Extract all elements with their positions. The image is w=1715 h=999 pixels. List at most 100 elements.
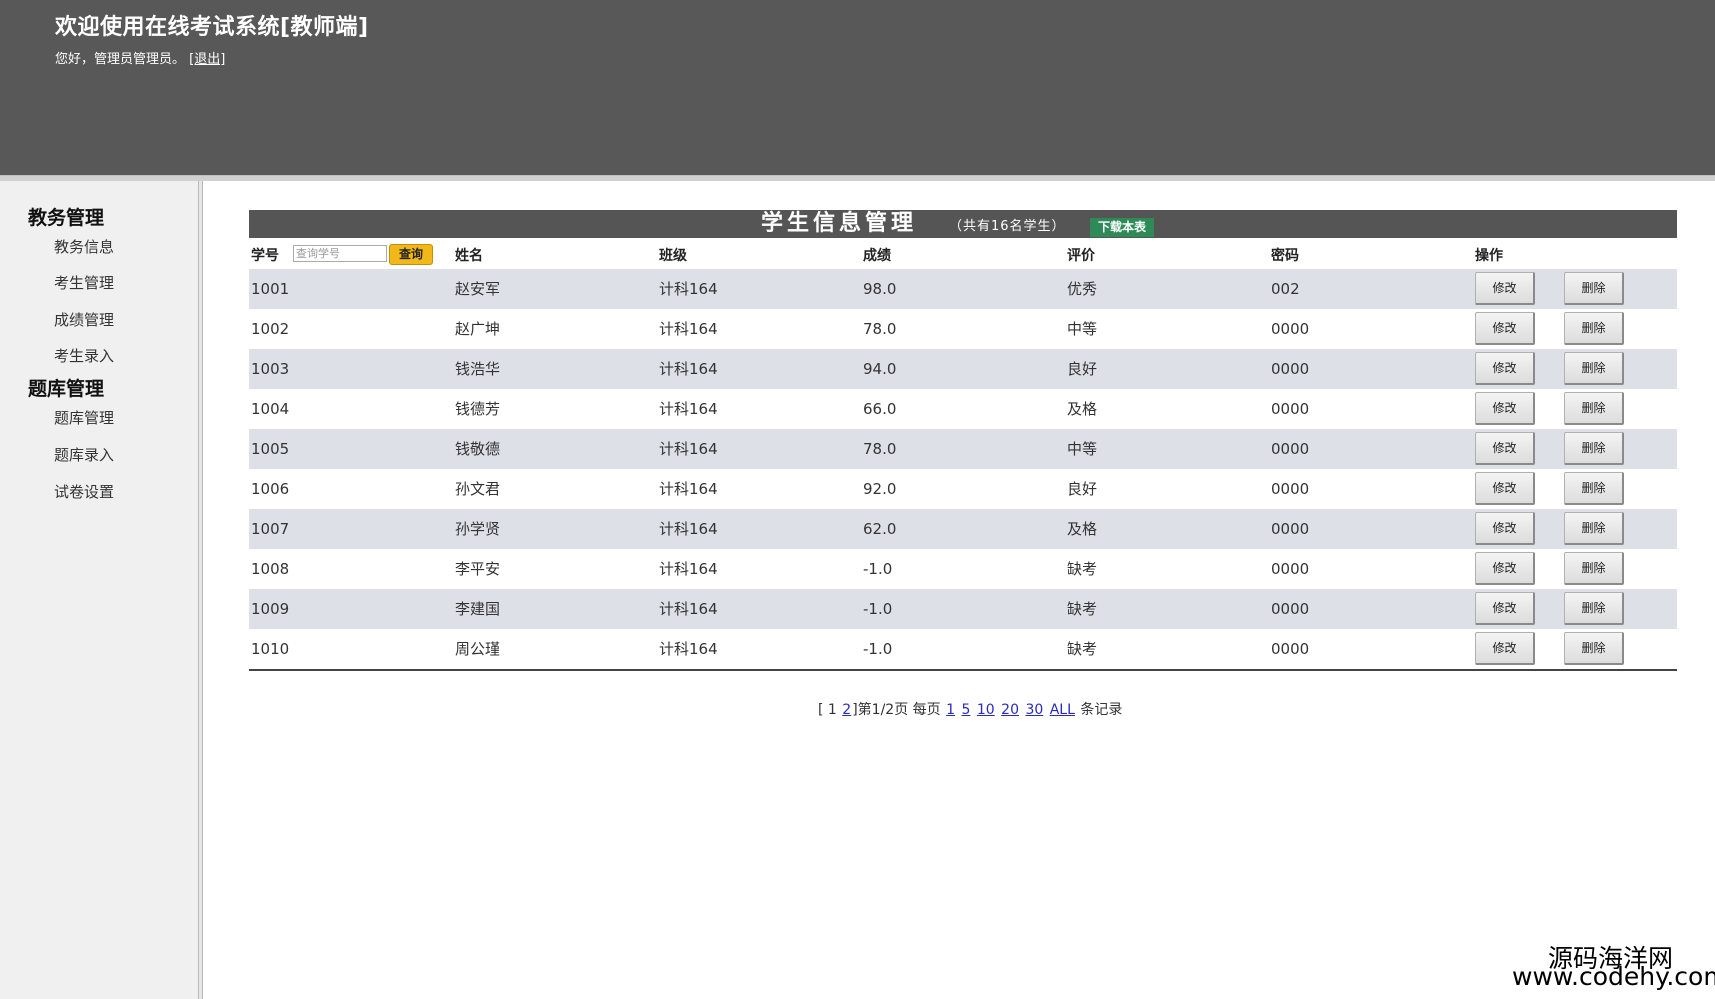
delete-button[interactable]: 删除 [1564, 272, 1624, 305]
cell-evaluation: 良好 [1067, 360, 1098, 378]
cell-student-name: 钱敬德 [455, 440, 501, 458]
cell-student-name: 赵安军 [455, 280, 501, 298]
sidebar-item-student-entry[interactable]: 考生录入 [54, 345, 114, 366]
download-table-button[interactable]: 下载本表 [1090, 218, 1155, 237]
edit-button[interactable]: 修改 [1475, 552, 1535, 585]
cell-student-id: 1010 [251, 640, 290, 658]
page-size-30-link[interactable]: 30 [1025, 702, 1043, 718]
cell-student-name: 孙学贤 [455, 520, 501, 538]
cell-class: 计科164 [659, 280, 718, 298]
delete-button[interactable]: 删除 [1564, 512, 1624, 545]
table-row: 1006 孙文君 计科164 92.0 良好 0000 修改 删除 [249, 469, 1677, 509]
delete-button[interactable]: 删除 [1564, 552, 1624, 585]
page-size-20-link[interactable]: 20 [1001, 702, 1019, 718]
edit-button[interactable]: 修改 [1475, 392, 1535, 425]
cell-class: 计科164 [659, 480, 718, 498]
edit-button[interactable]: 修改 [1475, 632, 1535, 665]
sidebar-item-academic-info[interactable]: 教务信息 [54, 236, 114, 257]
cell-score: 78.0 [863, 440, 897, 458]
column-header-actions: 操作 [1475, 248, 1503, 264]
cell-password: 0000 [1271, 440, 1310, 458]
edit-button[interactable]: 修改 [1475, 352, 1535, 385]
column-header-name: 姓名 [455, 248, 483, 264]
cell-student-id: 1006 [251, 480, 290, 498]
edit-button[interactable]: 修改 [1475, 432, 1535, 465]
cell-student-id: 1005 [251, 440, 290, 458]
cell-student-name: 孙文君 [455, 480, 501, 498]
cell-class: 计科164 [659, 640, 718, 658]
panel-title: 学生信息管理 [761, 211, 918, 236]
cell-class: 计科164 [659, 440, 718, 458]
column-header-evaluation: 评价 [1067, 248, 1095, 264]
page-size-10-link[interactable]: 10 [977, 702, 995, 718]
sidebar-divider [198, 181, 203, 999]
table-row: 1001 赵安军 计科164 98.0 优秀 002 修改 删除 [249, 269, 1677, 309]
sidebar-item-question-entry[interactable]: 题库录入 [54, 444, 114, 465]
cell-evaluation: 及格 [1067, 520, 1098, 538]
cell-password: 0000 [1271, 400, 1310, 418]
cell-class: 计科164 [659, 400, 718, 418]
student-count: （共有16名学生） [949, 219, 1066, 234]
cell-evaluation: 缺考 [1067, 600, 1098, 618]
delete-button[interactable]: 删除 [1564, 392, 1624, 425]
cell-student-id: 1009 [251, 600, 290, 618]
cell-score: 94.0 [863, 360, 897, 378]
cell-student-name: 周公瑾 [455, 640, 501, 658]
user-greeting: 您好，管理员管理员。 [退出] [55, 48, 225, 67]
cell-password: 0000 [1271, 480, 1310, 498]
table-row: 1002 赵广坤 计科164 78.0 中等 0000 修改 删除 [249, 309, 1677, 349]
sidebar-group-academic: 教务管理 [28, 207, 105, 229]
cell-score: -1.0 [863, 600, 893, 618]
delete-button[interactable]: 删除 [1564, 352, 1624, 385]
table-bottom-rule [249, 669, 1677, 671]
pager-page-2-link[interactable]: 2 [842, 702, 851, 718]
watermark-site-url: www.codehy.com [1512, 962, 1715, 991]
cell-score: 98.0 [863, 280, 897, 298]
cell-password: 0000 [1271, 320, 1310, 338]
sidebar-item-score-management[interactable]: 成绩管理 [54, 309, 114, 330]
delete-button[interactable]: 删除 [1564, 312, 1624, 345]
cell-student-name: 李建国 [455, 600, 501, 618]
pagination: [ 1 2]第1/2页 每页 1 5 10 20 30 ALL 条记录 [818, 699, 1122, 719]
header-bar: 欢迎使用在线考试系统[教师端] 您好，管理员管理员。 [退出] [0, 0, 1715, 175]
delete-button[interactable]: 删除 [1564, 632, 1624, 665]
table-row: 1007 孙学贤 计科164 62.0 及格 0000 修改 删除 [249, 509, 1677, 549]
cell-student-id: 1008 [251, 560, 290, 578]
cell-password: 0000 [1271, 560, 1310, 578]
edit-button[interactable]: 修改 [1475, 272, 1535, 305]
page-size-5-link[interactable]: 5 [962, 702, 971, 718]
edit-button[interactable]: 修改 [1475, 472, 1535, 505]
sidebar-item-student-management[interactable]: 考生管理 [54, 272, 114, 293]
cell-password: 0000 [1271, 600, 1310, 618]
cell-class: 计科164 [659, 360, 718, 378]
delete-button[interactable]: 删除 [1564, 432, 1624, 465]
edit-button[interactable]: 修改 [1475, 312, 1535, 345]
sidebar-item-exam-settings[interactable]: 试卷设置 [54, 481, 114, 502]
greeting-text: 您好，管理员管理员。 [55, 52, 186, 67]
search-button[interactable]: 查询 [389, 244, 433, 265]
cell-score: 78.0 [863, 320, 897, 338]
table-row: 1009 李建国 计科164 -1.0 缺考 0000 修改 删除 [249, 589, 1677, 629]
cell-student-name: 钱德芳 [455, 400, 501, 418]
pager-current-page: 1 [827, 702, 837, 718]
column-header-class: 班级 [659, 248, 687, 264]
cell-score: -1.0 [863, 560, 893, 578]
cell-student-name: 李平安 [455, 560, 501, 578]
cell-student-name: 钱浩华 [455, 360, 501, 378]
student-id-search-input[interactable] [293, 245, 387, 262]
logout-link[interactable]: [退出] [189, 52, 225, 67]
edit-button[interactable]: 修改 [1475, 592, 1535, 625]
delete-button[interactable]: 删除 [1564, 472, 1624, 505]
header-divider [0, 175, 1715, 181]
cell-student-id: 1003 [251, 360, 290, 378]
delete-button[interactable]: 删除 [1564, 592, 1624, 625]
page-size-1-link[interactable]: 1 [946, 702, 955, 718]
app-title: 欢迎使用在线考试系统[教师端] [55, 15, 369, 40]
column-header-student-id: 学号 [251, 248, 279, 264]
edit-button[interactable]: 修改 [1475, 512, 1535, 545]
page-size-all-link[interactable]: ALL [1050, 702, 1075, 718]
cell-password: 002 [1271, 280, 1300, 298]
sidebar-item-question-bank-management[interactable]: 题库管理 [54, 407, 114, 428]
cell-password: 0000 [1271, 360, 1310, 378]
cell-evaluation: 中等 [1067, 320, 1098, 338]
